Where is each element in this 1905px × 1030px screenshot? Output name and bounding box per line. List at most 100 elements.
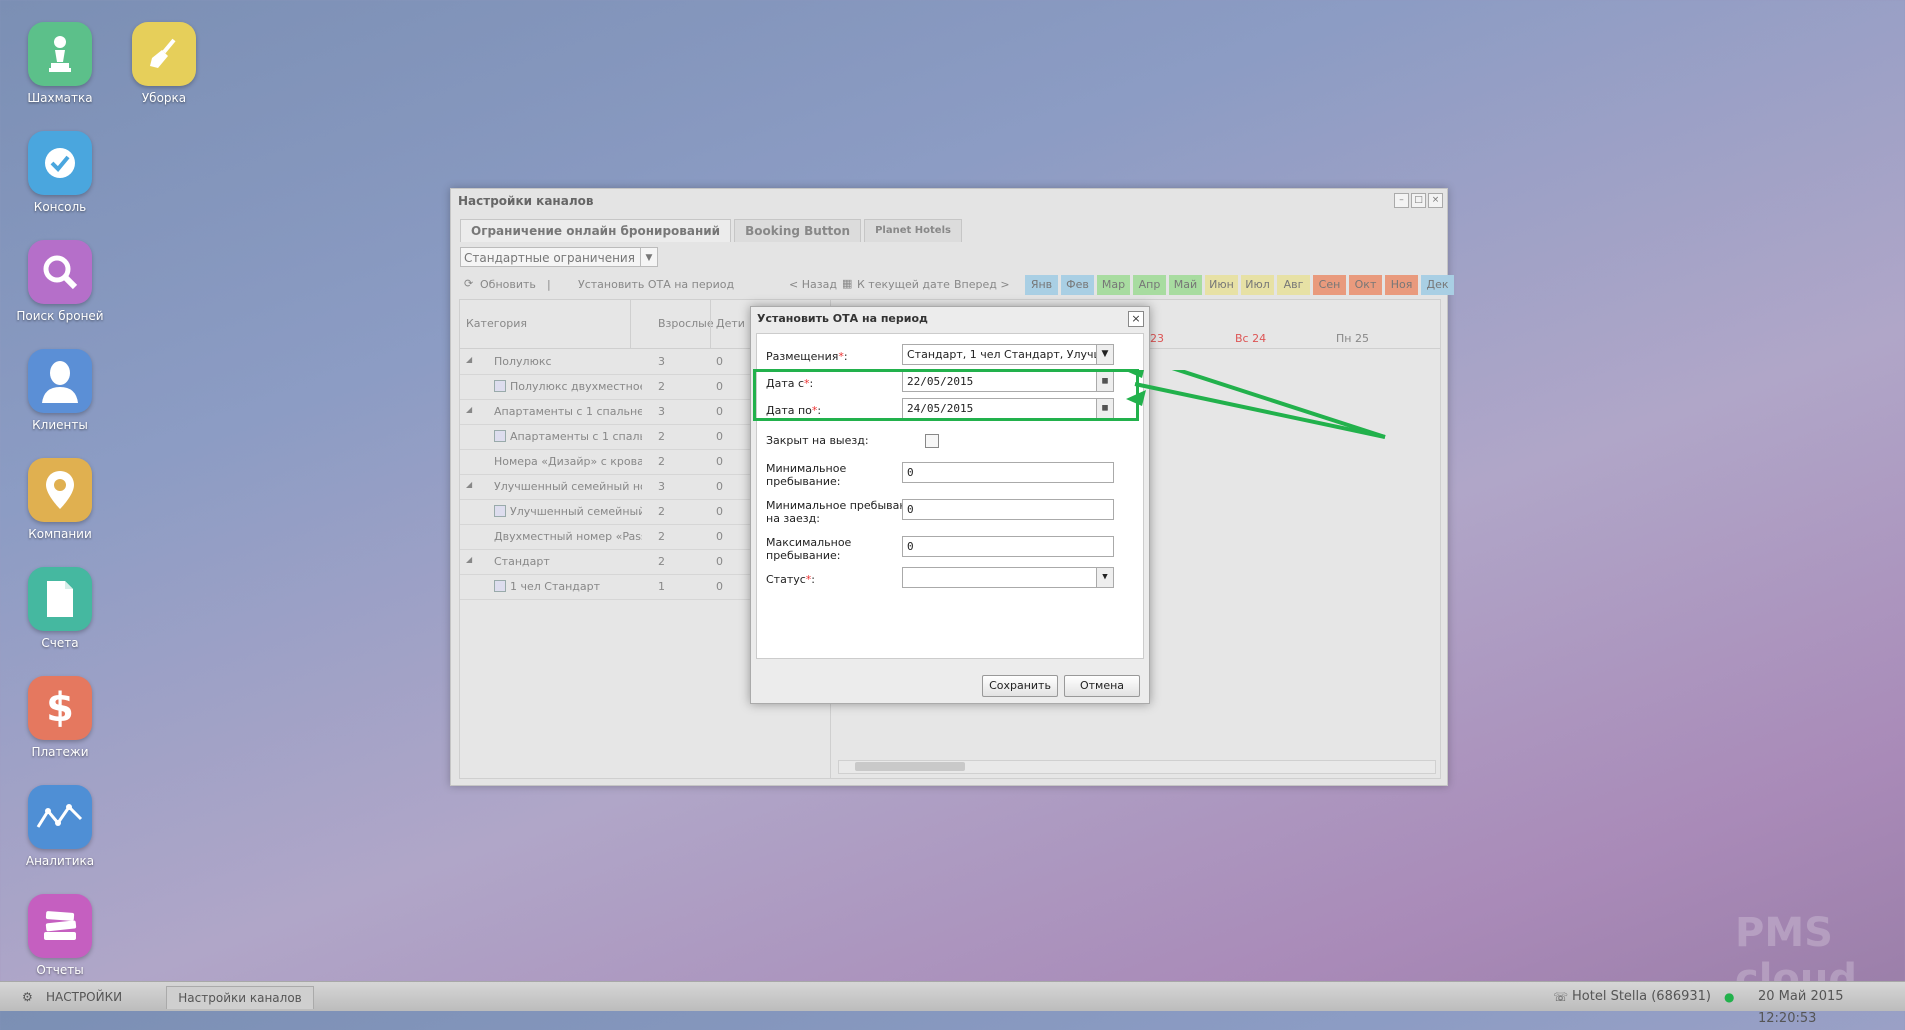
- expand-triangle-icon[interactable]: ◢: [466, 405, 472, 414]
- tab-booking-button[interactable]: Booking Button: [734, 219, 862, 242]
- category-name: Полулюкс: [494, 355, 552, 368]
- scrollbar-thumb[interactable]: [855, 762, 965, 771]
- person-icon: [28, 349, 92, 413]
- children-value: 0: [716, 505, 723, 518]
- children-value: 0: [716, 405, 723, 418]
- category-name: Апартаменты с 1 спальней ...: [494, 405, 642, 418]
- placements-label: Размещения*:: [766, 350, 848, 363]
- desktop-icon-invoices[interactable]: Счета: [15, 567, 105, 650]
- close-icon[interactable]: ×: [1428, 193, 1443, 208]
- today-button[interactable]: К текущей дате: [857, 278, 950, 291]
- desktop-icon-label: Консоль: [33, 200, 87, 214]
- restriction-select[interactable]: Стандартные ограничения ▼: [460, 247, 658, 267]
- month-button[interactable]: Авг: [1277, 275, 1310, 295]
- col-children[interactable]: Дети: [716, 317, 745, 330]
- room-type-icon: [494, 580, 506, 592]
- col-adults[interactable]: Взрослые: [658, 317, 714, 330]
- children-value: 0: [716, 530, 723, 543]
- min-arrival-input[interactable]: 0: [902, 499, 1114, 520]
- children-value: 0: [716, 430, 723, 443]
- category-name: Улучшенный семейный ...: [510, 505, 642, 518]
- chevron-down-icon[interactable]: ▼: [1096, 345, 1113, 364]
- chevron-down-icon[interactable]: ▼: [1096, 568, 1113, 587]
- chevron-down-icon[interactable]: ▼: [640, 248, 657, 266]
- room-type-icon: [494, 430, 506, 442]
- desktop-icon-label: Уборка: [141, 91, 187, 105]
- toolbar-separator: |: [547, 278, 551, 291]
- adults-value: 3: [658, 355, 665, 368]
- set-ota-button[interactable]: Установить ОТА на период: [578, 278, 734, 291]
- expand-triangle-icon[interactable]: ◢: [466, 555, 472, 564]
- desktop-icon-reports[interactable]: Отчеты: [15, 894, 105, 977]
- tab-planet-hotels[interactable]: Planet Hotels: [864, 219, 962, 242]
- adults-value: 2: [658, 455, 665, 468]
- adults-value: 3: [658, 405, 665, 418]
- refresh-button[interactable]: Обновить: [480, 278, 536, 291]
- datetime: 20 Май 2015 12:20:53: [1758, 989, 1844, 1026]
- desktop-icon-cleaning[interactable]: Уборка: [119, 22, 209, 105]
- taskbar: ⚙ НАСТРОЙКИ Настройки каналов ☏ Hotel St…: [0, 981, 1905, 1026]
- dialog-title: Установить ОТА на период: [757, 312, 928, 325]
- adults-value: 2: [658, 430, 665, 443]
- month-button[interactable]: Июн: [1205, 275, 1238, 295]
- tab-online-restrictions[interactable]: Ограничение онлайн бронирований: [460, 219, 732, 242]
- horizontal-scrollbar[interactable]: [838, 760, 1436, 774]
- desktop-icon-companies[interactable]: Компании: [15, 458, 105, 541]
- children-value: 0: [716, 580, 723, 593]
- refresh-icon[interactable]: ⟳: [464, 277, 473, 290]
- adults-value: 2: [658, 380, 665, 393]
- month-button[interactable]: Апр: [1133, 275, 1166, 295]
- dollar-icon: $: [28, 676, 92, 740]
- min-stay-input[interactable]: 0: [902, 462, 1114, 483]
- desktop-icon-label: Шахматка: [27, 91, 93, 105]
- save-button[interactable]: Сохранить: [982, 675, 1058, 697]
- phone-icon: ☏: [1553, 990, 1569, 1004]
- col-category[interactable]: Категория: [466, 317, 527, 330]
- month-button[interactable]: Янв: [1025, 275, 1058, 295]
- category-name: Улучшенный семейный ном...: [494, 480, 642, 493]
- children-value: 0: [716, 355, 723, 368]
- month-button[interactable]: Май: [1169, 275, 1202, 295]
- gear-icon[interactable]: ⚙: [22, 986, 33, 1008]
- desktop-icon-booking-search[interactable]: Поиск броней: [15, 240, 105, 323]
- desktop-icon-chessboard[interactable]: Шахматка: [15, 22, 105, 105]
- closed-exit-checkbox[interactable]: [925, 434, 939, 448]
- desktop-icon-payments[interactable]: $ Платежи: [15, 676, 105, 759]
- desktop-icon-console[interactable]: Консоль: [15, 131, 105, 214]
- books-icon: [28, 894, 92, 958]
- month-button[interactable]: Сен: [1313, 275, 1346, 295]
- expand-triangle-icon[interactable]: ◢: [466, 355, 472, 364]
- category-name: Стандарт: [494, 555, 550, 568]
- children-value: 0: [716, 380, 723, 393]
- min-arrival-label: Минимальное пребывание на заезд:: [766, 499, 921, 525]
- desktop-icon-label: Счета: [41, 636, 79, 650]
- month-button[interactable]: Дек: [1421, 275, 1454, 295]
- month-button[interactable]: Ноя: [1385, 275, 1418, 295]
- desktop-icon-analytics[interactable]: Аналитика: [15, 785, 105, 868]
- desktop-icon-label: Платежи: [31, 745, 89, 759]
- month-button[interactable]: Мар: [1097, 275, 1130, 295]
- category-name: Номера «Дизайр» с кроват...: [494, 455, 642, 468]
- placements-value: Стандарт, 1 чел Стандарт, Улучш: [907, 348, 1104, 361]
- cancel-button[interactable]: Отмена: [1064, 675, 1140, 697]
- category-name: Апартаменты с 1 спальн...: [510, 430, 642, 443]
- maximize-icon[interactable]: □: [1411, 193, 1426, 208]
- placements-select[interactable]: Стандарт, 1 чел Стандарт, Улучш ▼: [902, 344, 1114, 365]
- taskbar-window-item[interactable]: Настройки каналов: [166, 986, 314, 1009]
- forward-button[interactable]: Вперед >: [954, 278, 1010, 291]
- desktop-icon-label: Отчеты: [36, 963, 84, 977]
- minimize-icon[interactable]: –: [1394, 193, 1409, 208]
- month-button[interactable]: Окт: [1349, 275, 1382, 295]
- close-icon[interactable]: ×: [1128, 311, 1144, 327]
- settings-menu-button[interactable]: НАСТРОЙКИ: [46, 986, 122, 1008]
- back-button[interactable]: < Назад: [789, 278, 837, 291]
- desktop-icon-clients[interactable]: Клиенты: [15, 349, 105, 432]
- month-button[interactable]: Июл: [1241, 275, 1274, 295]
- max-stay-input[interactable]: 0: [902, 536, 1114, 557]
- day-header: Вс 24: [1235, 332, 1267, 345]
- desktop-icon-label: Клиенты: [32, 418, 88, 432]
- status-select[interactable]: ▼: [902, 567, 1114, 588]
- month-button[interactable]: Фев: [1061, 275, 1094, 295]
- expand-triangle-icon[interactable]: ◢: [466, 480, 472, 489]
- day-header: Пн 25: [1336, 332, 1369, 345]
